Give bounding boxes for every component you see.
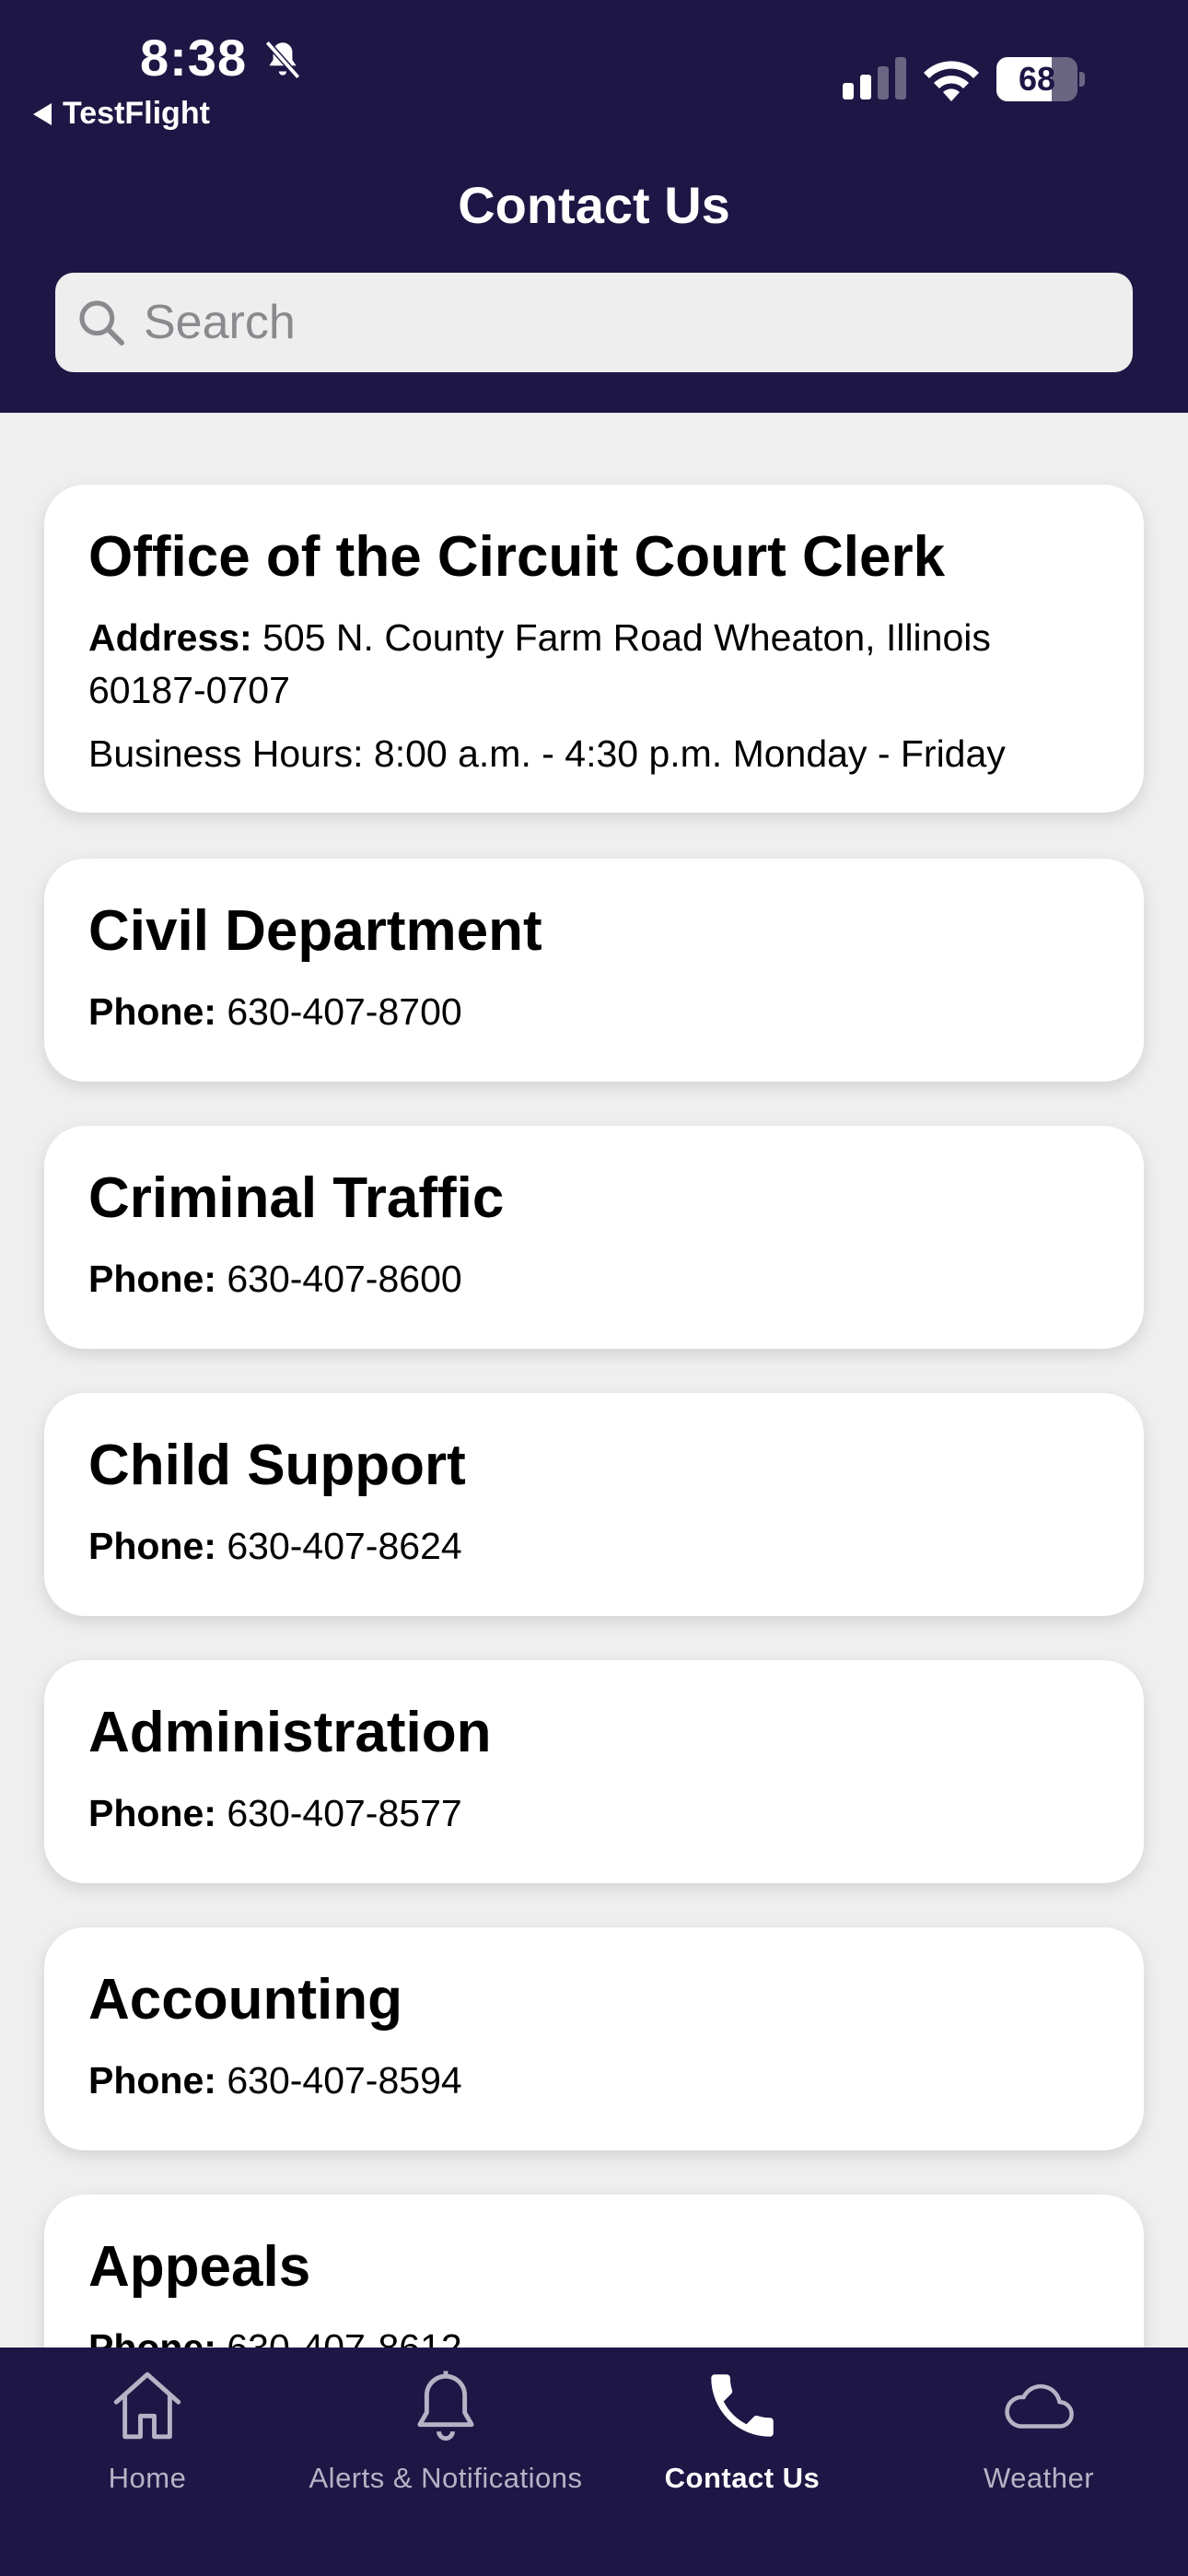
tab-home[interactable]: Home xyxy=(9,2364,285,2495)
cloud-icon xyxy=(1005,2383,1074,2429)
phone-number-link[interactable]: 630-407-8577 xyxy=(227,1792,461,1834)
bottom-tab-bar: Home Alerts & Notifications Contact Us W… xyxy=(0,2348,1188,2576)
contact-card-clerk-office[interactable]: Office of the Circuit Court Clerk Addres… xyxy=(44,485,1144,813)
phone-label: Phone: xyxy=(88,1258,216,1301)
contact-card-title: Child Support xyxy=(88,1434,466,1497)
phone-number-link[interactable]: 630-407-8700 xyxy=(227,990,461,1033)
bell-icon xyxy=(417,2371,474,2441)
search-bar[interactable] xyxy=(55,273,1133,372)
phone-icon xyxy=(711,2374,774,2437)
wifi-icon xyxy=(924,61,979,101)
contact-card-appeals[interactable]: Appeals Phone: 630-407-8612 xyxy=(44,2195,1144,2348)
phone-label: Phone: xyxy=(88,990,216,1034)
contact-phone: Phone: 630-407-8700 xyxy=(88,986,1100,1038)
phone-number-link[interactable]: 630-407-8600 xyxy=(227,1258,461,1300)
silent-mode-icon xyxy=(264,41,301,79)
phone-number-link[interactable]: 630-407-8594 xyxy=(227,2059,461,2102)
status-time: 8:38 xyxy=(140,29,248,87)
contact-card-accounting[interactable]: Accounting Phone: 630-407-8594 xyxy=(44,1927,1144,2150)
search-input[interactable] xyxy=(144,295,1065,350)
contact-card-title: Criminal Traffic xyxy=(88,1166,505,1230)
back-to-app-link[interactable]: TestFlight xyxy=(33,96,210,132)
page-title: Contact Us xyxy=(458,176,730,234)
contact-phone: Phone: 630-407-8600 xyxy=(88,1253,1100,1306)
tab-contact-us[interactable]: Contact Us xyxy=(604,2364,880,2495)
phone-label: Phone: xyxy=(88,1792,216,1835)
header-bar: 8:38 TestFlight 68 Contact Us xyxy=(0,0,1188,413)
cellular-signal-icon xyxy=(843,57,906,100)
tab-weather[interactable]: Weather xyxy=(901,2364,1177,2495)
phone-number-link[interactable]: 630-407-8624 xyxy=(227,1525,461,1567)
phone-number-link[interactable]: 630-407-8612 xyxy=(227,2326,461,2348)
contact-phone: Phone: 630-407-8624 xyxy=(88,1520,1100,1573)
tab-label: Alerts & Notifications xyxy=(309,2462,583,2494)
contact-card-title: Administration xyxy=(88,1701,492,1764)
contact-card-civil[interactable]: Civil Department Phone: 630-407-8700 xyxy=(44,859,1144,1082)
contact-card-title: Appeals xyxy=(88,2235,311,2299)
back-arrow-icon xyxy=(33,102,52,125)
contact-card-criminal-traffic[interactable]: Criminal Traffic Phone: 630-407-8600 xyxy=(44,1126,1144,1349)
tab-label: Contact Us xyxy=(664,2462,821,2494)
battery-level-text: 68 xyxy=(1018,60,1056,98)
contact-address: Address: 505 N. County Farm Road Wheaton… xyxy=(88,612,1100,716)
contact-card-title: Office of the Circuit Court Clerk xyxy=(88,525,946,589)
contact-card-administration[interactable]: Administration Phone: 630-407-8577 xyxy=(44,1660,1144,1883)
tab-label: Home xyxy=(108,2462,187,2494)
business-hours: Business Hours: 8:00 a.m. - 4:30 p.m. Mo… xyxy=(88,732,1006,775)
home-icon xyxy=(113,2371,181,2440)
contact-phone: Phone: 630-407-8612 xyxy=(88,2322,1100,2348)
contact-card-title: Accounting xyxy=(88,1968,402,2032)
phone-label: Phone: xyxy=(88,1525,216,1568)
phone-label: Phone: xyxy=(88,2326,216,2348)
battery-indicator: 68 xyxy=(996,57,1085,101)
contact-phone: Phone: 630-407-8577 xyxy=(88,1787,1100,1840)
contact-phone: Phone: 630-407-8594 xyxy=(88,2055,1100,2107)
address-label: Address: xyxy=(88,616,252,660)
contact-list[interactable]: Office of the Circuit Court Clerk Addres… xyxy=(0,413,1188,2348)
back-app-label: TestFlight xyxy=(63,96,210,131)
phone-label: Phone: xyxy=(88,2059,216,2102)
tab-alerts-notifications[interactable]: Alerts & Notifications xyxy=(308,2364,584,2495)
contact-card-title: Civil Department xyxy=(88,899,542,963)
contact-card-child-support[interactable]: Child Support Phone: 630-407-8624 xyxy=(44,1393,1144,1616)
tab-label: Weather xyxy=(983,2462,1095,2494)
search-icon xyxy=(79,300,124,345)
